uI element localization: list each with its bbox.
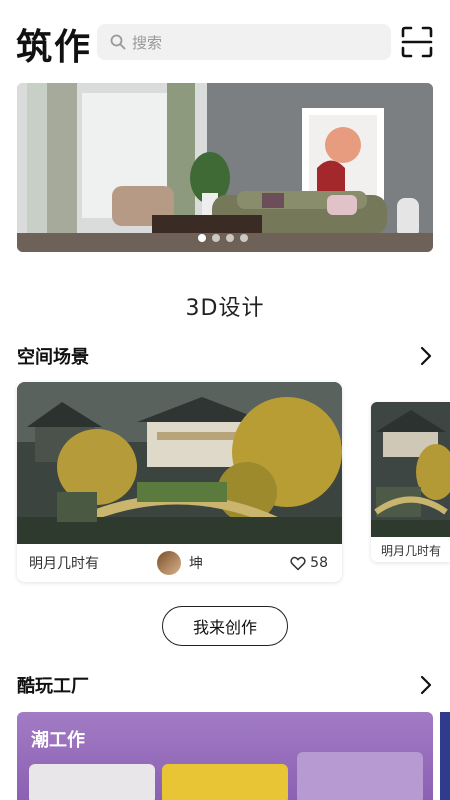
scene-card[interactable]: 明月几时有 <box>371 402 450 562</box>
section-title: 酷玩工厂 <box>17 676 89 697</box>
carousel-dot[interactable] <box>226 234 234 242</box>
banner-carousel[interactable] <box>17 83 433 252</box>
scene-name: 明月几时有 <box>29 556 99 572</box>
factory-item[interactable] <box>297 752 423 800</box>
scene-image <box>17 382 342 544</box>
search-placeholder: 搜索 <box>132 33 163 52</box>
scene-card[interactable]: 明月几时有 坤 58 <box>17 382 342 582</box>
search-icon <box>110 34 126 50</box>
carousel-indicator <box>198 234 248 242</box>
section-title: 空间场景 <box>17 347 89 368</box>
like-button[interactable]: 58 <box>290 555 328 571</box>
factory-item[interactable] <box>162 764 288 800</box>
section-header-space[interactable]: 空间场景 <box>17 342 433 370</box>
design-title: 3D设计 <box>185 296 265 321</box>
section-header-fun[interactable]: 酷玩工厂 <box>17 671 433 699</box>
app-logo: 筑作 <box>16 27 93 68</box>
banner-image <box>17 83 433 252</box>
carousel-dot[interactable] <box>240 234 248 242</box>
scene-name: 明月几时有 <box>381 544 442 558</box>
search-bar[interactable]: 搜索 <box>97 24 391 60</box>
author-avatar[interactable] <box>157 551 181 575</box>
chevron-right-icon[interactable] <box>419 675 433 695</box>
heart-icon <box>290 556 306 570</box>
scene-image <box>371 402 450 537</box>
scan-icon[interactable] <box>401 26 433 58</box>
factory-item[interactable] <box>29 764 155 800</box>
carousel-dot[interactable] <box>212 234 220 242</box>
author-name: 坤 <box>189 556 203 572</box>
factory-card[interactable]: 潮工作 <box>17 712 433 800</box>
factory-label: 潮工作 <box>31 730 85 751</box>
create-button[interactable]: 我来创作 <box>162 606 288 646</box>
next-card-edge[interactable] <box>440 712 450 800</box>
carousel-dot[interactable] <box>198 234 206 242</box>
app-header: 筑作 搜索 <box>0 0 450 84</box>
chevron-right-icon[interactable] <box>419 346 433 366</box>
scene-card-meta: 明月几时有 坤 58 <box>17 544 342 582</box>
like-count: 58 <box>310 555 328 571</box>
